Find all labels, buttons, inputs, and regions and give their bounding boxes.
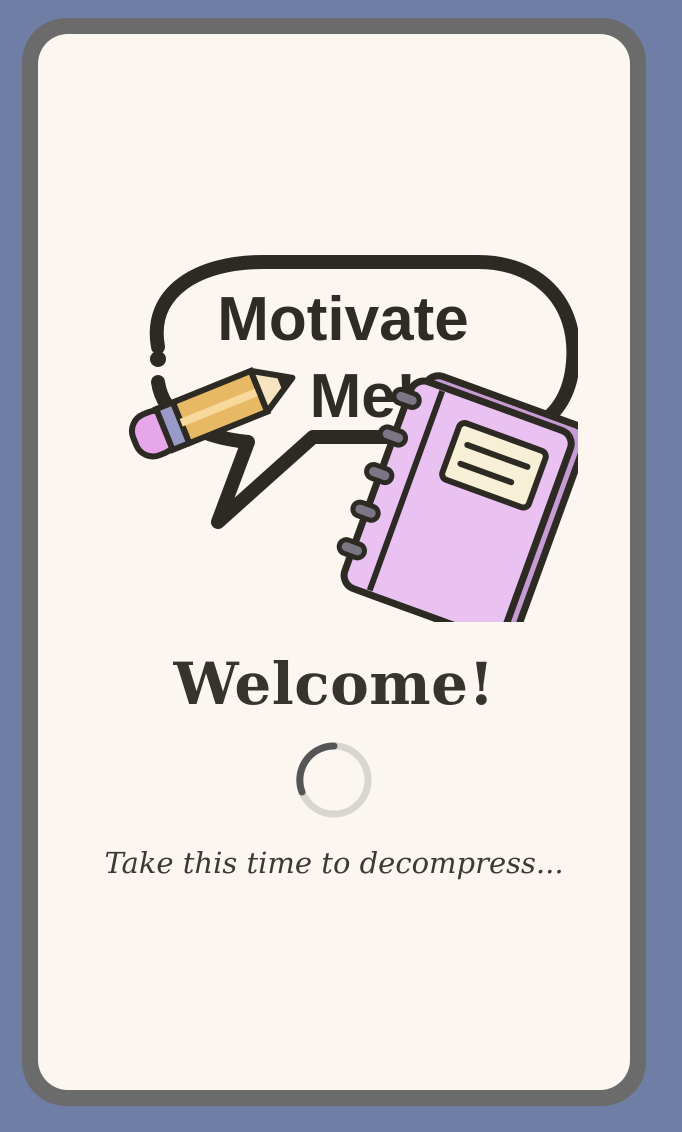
logo-text-line1: Motivate [217, 285, 468, 354]
app-logo: Motivate Me! [128, 255, 578, 622]
welcome-title: Welcome! [173, 650, 495, 718]
loading-spinner-icon [296, 742, 372, 818]
pencil-icon [128, 366, 296, 460]
tagline-text: Take this time to decompress... [104, 846, 564, 880]
loading-screen: Motivate Me! Welcome! Take this time to … [38, 34, 630, 1090]
bubble-dot [150, 351, 166, 367]
